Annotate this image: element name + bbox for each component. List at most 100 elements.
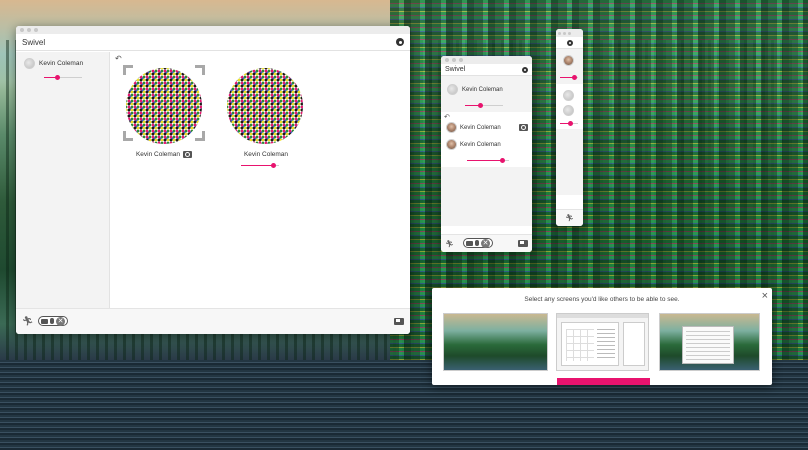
close-traffic-light[interactable] (558, 31, 561, 35)
volume-fill (467, 160, 503, 161)
bottom-toolbar: 🏃︎ ✕ (16, 308, 410, 334)
participants-section: ↶ Kevin Coleman Kevin Coleman (441, 112, 532, 167)
close-icon[interactable]: ✕ (481, 238, 490, 248)
volume-knob[interactable] (500, 158, 506, 163)
volume-knob[interactable] (478, 103, 484, 108)
participant-name: Kevin Coleman (39, 60, 84, 67)
main-window: Swivel Kevin Coleman ↶ Kevin Coleman Kev… (16, 26, 410, 334)
gear-icon[interactable] (396, 38, 404, 46)
undo-icon[interactable]: ↶ (444, 113, 450, 121)
undo-icon[interactable]: ↶ (115, 54, 122, 63)
screen-preview-window (682, 326, 734, 364)
volume-knob[interactable] (571, 75, 577, 80)
microphone-icon[interactable] (475, 240, 479, 246)
search-icon[interactable] (519, 124, 528, 131)
participant-row[interactable]: Kevin Coleman (446, 139, 501, 150)
sidebar-participant[interactable]: Kevin Coleman (16, 52, 109, 69)
participant-row[interactable]: Kevin Coleman (446, 122, 528, 133)
bottom-toolbar: 🏃︎ ✕ (441, 234, 532, 252)
avatar[interactable] (563, 90, 574, 101)
runner-icon[interactable]: 🏃︎ (445, 240, 454, 248)
video-feed (126, 68, 202, 144)
tile-caption: Kevin Coleman (223, 151, 309, 158)
gear-icon[interactable] (522, 66, 528, 73)
screen-preview-toolbar (557, 314, 648, 318)
runner-icon[interactable]: 🏃︎ (565, 214, 574, 222)
mini-window: 🏃︎ (556, 29, 583, 226)
avatar (446, 139, 457, 150)
title-bar[interactable] (16, 26, 410, 34)
media-controls[interactable]: ✕ (463, 238, 493, 248)
screen-option[interactable] (556, 313, 649, 371)
app-header: Swivel (16, 34, 410, 51)
volume-slider[interactable] (241, 163, 279, 168)
zoom-traffic-light[interactable] (34, 28, 38, 32)
mini-participants (556, 84, 583, 129)
volume-slider[interactable] (560, 121, 578, 126)
stage: ↶ Kevin Coleman Kevin Coleman (111, 52, 410, 308)
bottom-toolbar: 🏃︎ (556, 209, 583, 226)
volume-slider[interactable] (560, 75, 578, 80)
minimize-traffic-light[interactable] (563, 31, 566, 35)
share-button[interactable] (557, 378, 650, 385)
title-bar[interactable] (556, 29, 583, 37)
screen-picker-dialog: × Select any screens you'd like others t… (432, 288, 772, 385)
app-title: Swivel (445, 66, 466, 73)
app-title: Swivel (22, 37, 46, 47)
empty-area (441, 167, 532, 226)
media-controls[interactable]: ✕ (38, 316, 68, 326)
runner-icon[interactable]: 🏃︎ (22, 316, 33, 327)
screen-share-icon[interactable] (394, 318, 404, 325)
volume-slider[interactable] (44, 75, 82, 80)
avatar (24, 58, 35, 69)
volume-knob[interactable] (270, 163, 276, 168)
participant-name: Kevin Coleman (460, 141, 501, 148)
minimize-traffic-light[interactable] (27, 28, 31, 32)
avatar[interactable] (563, 105, 574, 116)
volume-knob[interactable] (54, 75, 60, 80)
empty-area (556, 129, 583, 195)
close-traffic-light[interactable] (20, 28, 24, 32)
screen-preview-window (561, 322, 619, 366)
participant-name: Kevin Coleman (462, 86, 503, 93)
mini-header (556, 37, 583, 49)
title-bar[interactable] (441, 56, 532, 64)
corner-bracket-tl (123, 65, 133, 75)
volume-slider[interactable] (467, 158, 509, 163)
sidebar: Kevin Coleman (16, 52, 110, 308)
tile-name: Kevin Coleman (243, 151, 289, 158)
self-section: Kevin Coleman (441, 76, 532, 112)
video-feed (227, 68, 303, 144)
screen-preview-list (686, 331, 730, 360)
corner-bracket-bl (123, 131, 133, 141)
video-tile[interactable]: Kevin Coleman (223, 65, 309, 175)
corner-bracket-tr (195, 65, 205, 75)
screen-share-icon[interactable] (518, 240, 528, 247)
screen-option[interactable] (659, 313, 760, 371)
volume-slider[interactable] (465, 103, 503, 108)
camera-icon[interactable] (466, 240, 473, 246)
avatar (447, 84, 458, 95)
avatar[interactable] (563, 55, 574, 66)
screen-preview-sidebar (597, 329, 615, 361)
camera-icon[interactable] (41, 318, 48, 324)
search-icon[interactable] (183, 151, 193, 158)
close-traffic-light[interactable] (445, 58, 449, 62)
close-icon[interactable]: ✕ (56, 316, 65, 326)
screen-option[interactable] (443, 313, 548, 371)
avatar (446, 122, 457, 133)
self-row[interactable]: Kevin Coleman (441, 76, 532, 95)
app-header: Swivel (441, 64, 532, 76)
participant-name: Kevin Coleman (460, 124, 501, 131)
minimize-traffic-light[interactable] (452, 58, 456, 62)
screen-preview-panel (623, 322, 645, 366)
volume-knob[interactable] (568, 121, 574, 126)
zoom-traffic-light[interactable] (568, 31, 571, 35)
compact-window: Swivel Kevin Coleman ↶ Kevin Coleman Kev… (441, 56, 532, 252)
volume-fill (241, 165, 274, 166)
microphone-icon[interactable] (50, 318, 54, 324)
screen-preview-grid (566, 329, 594, 361)
zoom-traffic-light[interactable] (459, 58, 463, 62)
gear-icon[interactable] (566, 39, 573, 46)
video-tile[interactable]: Kevin Coleman (123, 65, 205, 175)
